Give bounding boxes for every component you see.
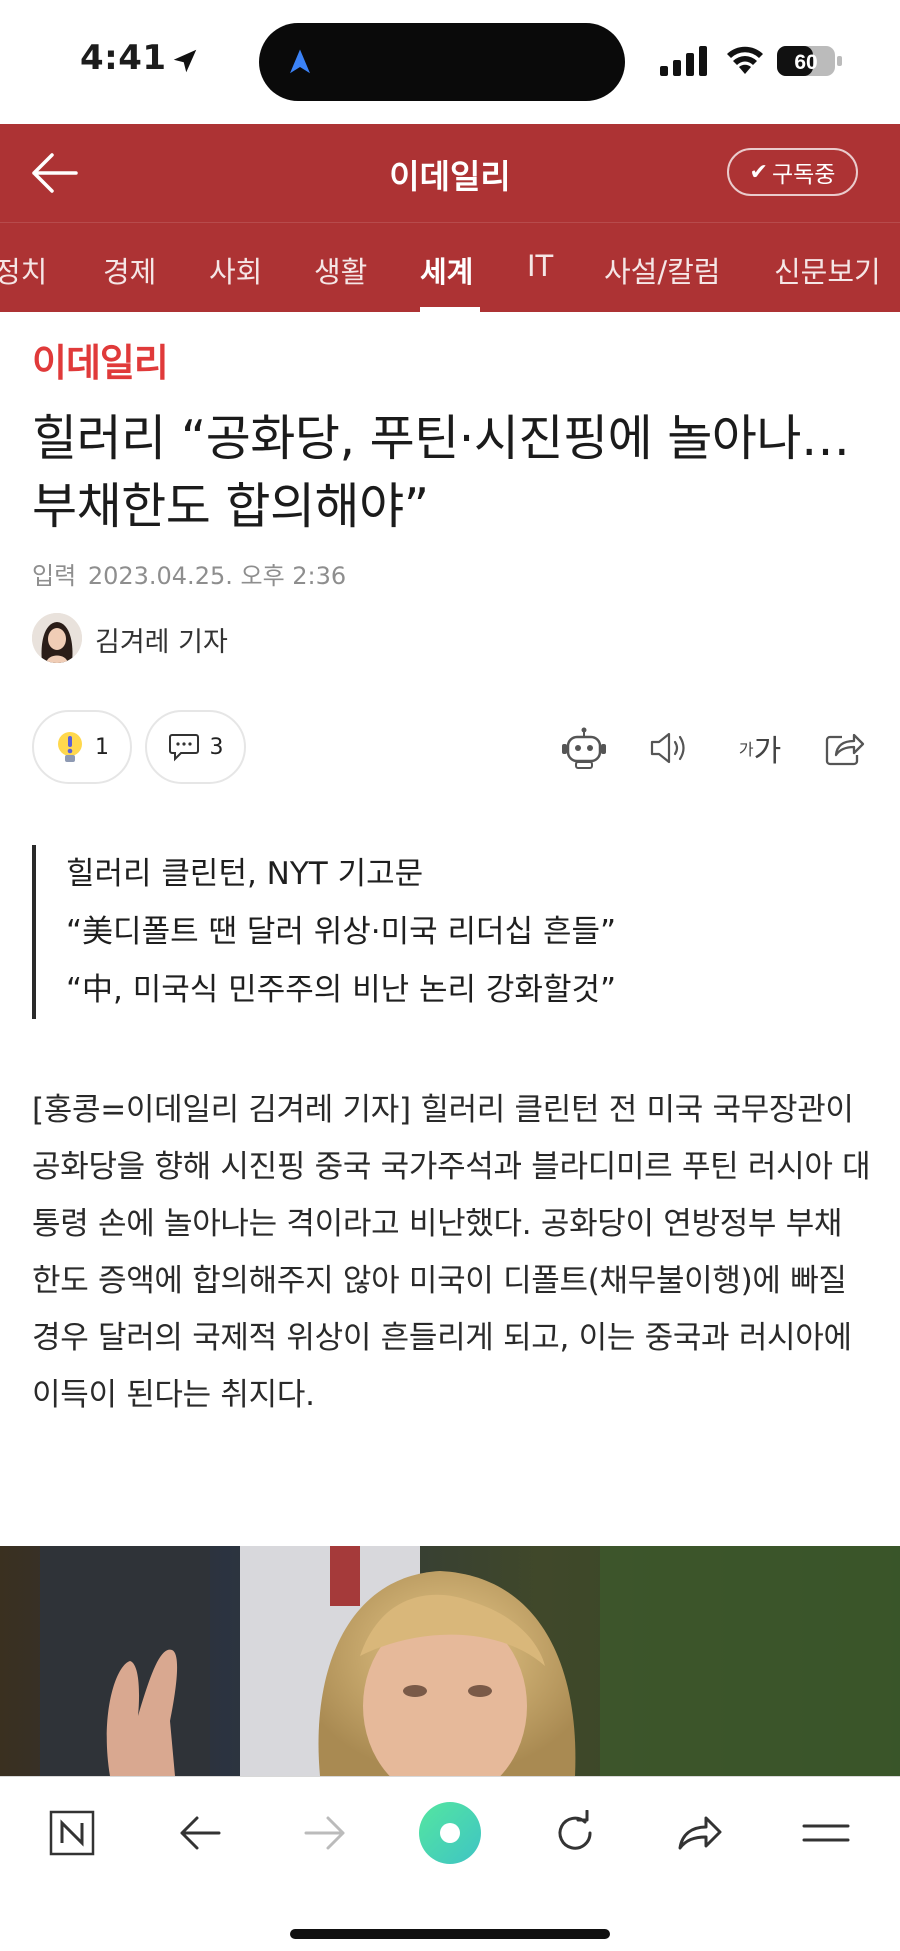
green-dot-icon [419,1802,481,1864]
tab-economy[interactable]: 경제 [103,249,156,291]
font-size-button[interactable]: 가가 [730,720,790,776]
tab-newspaper[interactable]: 신문보기 [774,249,881,291]
back-button[interactable] [168,1801,232,1865]
speech-bubble-icon [168,734,199,762]
status-bar: 4:41 60 [0,0,900,124]
comment-button[interactable]: 3 [145,710,246,784]
publisher-logo: 이데일리 [32,341,169,385]
date-value: 2023.04.25. 오후 2:36 [87,562,347,590]
date-label: 입력 [32,562,77,590]
comment-count: 3 [209,734,224,760]
robot-icon [562,727,606,769]
share-page-button[interactable] [668,1801,732,1865]
share-icon [825,733,865,766]
forward-icon [304,1816,345,1850]
tab-world[interactable]: 세계 [420,249,473,291]
status-time: 4:41 [80,38,167,78]
subscribe-label: 구독중 [771,162,836,188]
share-arrow-icon [678,1816,722,1850]
check-icon: ✔ [749,159,768,185]
reporter-avatar[interactable] [32,613,82,663]
article-body: [홍콩=이데일리 김겨레 기자] 힐러리 클린턴 전 미국 국무장관이 공화당을… [32,1092,871,1413]
summary-line: “中, 미국식 민주주의 비난 논리 강화할것” [66,972,617,1008]
active-tab-indicator [420,307,480,312]
menu-button[interactable] [794,1801,858,1865]
like-count: 1 [95,734,109,760]
font-size-large-label: 가 [753,734,782,769]
article-summary: 힐러리 클린턴, NYT 기고문 “美디폴트 땐 달러 위상·미국 리더십 흔들… [32,845,872,1019]
summary-line: “美디폴트 땐 달러 위상·미국 리더십 흔들” [66,914,617,950]
tab-politics[interactable]: 정치 [0,249,47,291]
reporter-name[interactable]: 김겨레 기자 [95,620,228,659]
battery-icon: 60 [777,46,842,76]
browser-toolbar [0,1776,900,1951]
menu-icon [802,1824,850,1842]
share-button[interactable] [820,720,870,776]
green-dot-button[interactable] [418,1801,482,1865]
speaker-icon [650,732,685,764]
article-photo[interactable] [0,1546,900,1776]
ai-summary-button[interactable] [558,720,610,776]
like-button[interactable]: 1 [32,710,132,784]
text-to-speech-button[interactable] [646,720,692,776]
reload-button[interactable] [543,1801,607,1865]
subscribe-button[interactable]: ✔ 구독중 [727,148,858,196]
summary-line: 힐러리 클린턴, NYT 기고문 [66,856,424,892]
back-icon [180,1816,221,1850]
tab-it[interactable]: IT [527,249,553,283]
forward-button[interactable] [293,1801,357,1865]
navigation-arrow-icon [290,49,310,74]
article-headline: 힐러리 “공화당, 푸틴·시진핑에 놀아나…부채한도 합의해야” [32,410,850,535]
tab-society[interactable]: 사회 [209,249,262,291]
cellular-signal-icon [660,46,707,76]
category-nav: 정치 경제 사회 생활 세계 IT 사설/칼럼 신문보기 [0,222,900,312]
naver-n-icon [49,1810,95,1856]
tab-life[interactable]: 생활 [314,249,367,291]
reload-icon [558,1810,592,1850]
dynamic-island [259,23,625,101]
home-indicator[interactable] [290,1929,610,1939]
wifi-icon [727,46,763,74]
battery-level: 60 [794,51,817,74]
lightbulb-icon [58,732,82,762]
font-size-small-label: 가 [738,740,754,759]
naver-home-button[interactable] [40,1801,104,1865]
publish-date: 입력 2023.04.25. 오후 2:36 [32,556,346,591]
tab-editorial[interactable]: 사설/칼럼 [604,249,721,291]
top-header: 이데일리 ✔ 구독중 [0,124,900,222]
location-arrow-icon [173,49,197,73]
